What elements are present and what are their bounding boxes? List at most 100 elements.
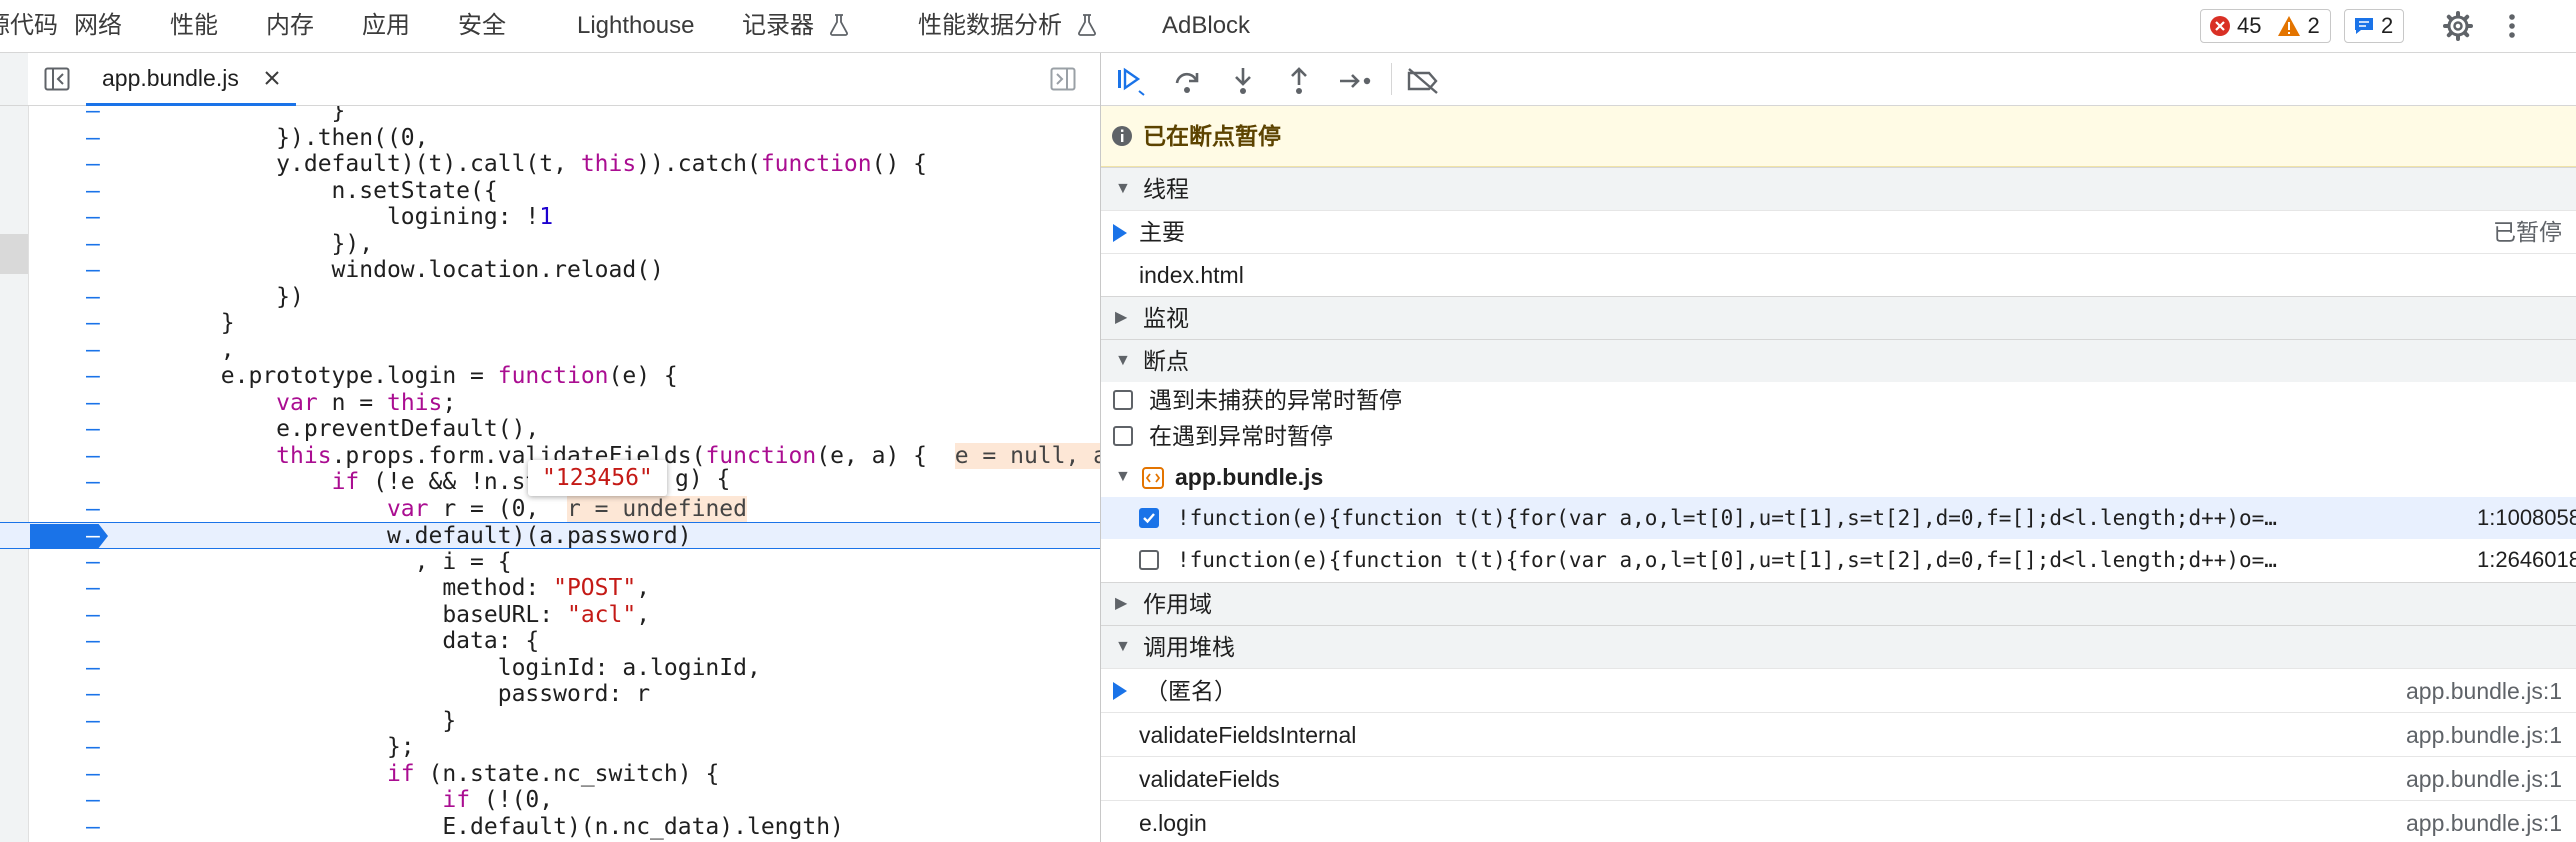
scope-section-header[interactable]: ▶ 作用域 bbox=[1101, 582, 2576, 625]
call-frame[interactable]: e.login app.bundle.js:1 bbox=[1101, 800, 2576, 842]
step-over-icon[interactable] bbox=[1171, 65, 1203, 97]
resume-icon[interactable] bbox=[1115, 65, 1149, 97]
thread-frame[interactable]: index.html bbox=[1101, 253, 2576, 296]
tab-application[interactable]: 应用 bbox=[362, 0, 410, 52]
code-line[interactable]: – }; bbox=[0, 734, 1100, 761]
watch-section-header[interactable]: ▶ 监视 bbox=[1101, 296, 2576, 339]
tab-adblock[interactable]: AdBlock bbox=[1162, 0, 1250, 52]
code-line[interactable]: – y.default)(t).call(t, this)).catch(fun… bbox=[0, 151, 1100, 178]
code-line[interactable]: – if (n.state.nc_switch) { bbox=[0, 761, 1100, 788]
file-tab-active[interactable]: app.bundle.js bbox=[86, 53, 296, 106]
step-icon[interactable] bbox=[1337, 65, 1377, 97]
tab-network[interactable]: 网络 bbox=[74, 0, 122, 52]
breakpoint-checkbox-checked[interactable] bbox=[1139, 508, 1159, 528]
gutter-marker[interactable]: – bbox=[86, 443, 100, 470]
messages-counter[interactable]: 2 bbox=[2344, 9, 2405, 43]
issues-counter[interactable]: 45 2 bbox=[2200, 9, 2331, 43]
call-frame-current[interactable]: （匿名） app.bundle.js:1 bbox=[1101, 668, 2576, 713]
pause-on-uncaught-option[interactable]: 遇到未捕获的异常时暂停 bbox=[1101, 382, 2576, 418]
call-stack-section-header[interactable]: ▼ 调用堆栈 bbox=[1101, 625, 2576, 668]
code-line[interactable]: – baseURL: "acl", bbox=[0, 602, 1100, 629]
gutter-marker[interactable]: – bbox=[86, 257, 100, 284]
call-frame[interactable]: validateFieldsInternal app.bundle.js:1 bbox=[1101, 712, 2576, 757]
expanded-triangle-icon: ▼ bbox=[1115, 180, 1131, 197]
gutter-marker[interactable]: – bbox=[86, 151, 100, 178]
breakpoint-file-group[interactable]: ▼ app.bundle.js bbox=[1101, 457, 2576, 497]
code-line[interactable]: – }) bbox=[0, 284, 1100, 311]
code-line[interactable]: – window.location.reload() bbox=[0, 257, 1100, 284]
gutter-marker[interactable]: – bbox=[86, 106, 100, 125]
code-line[interactable]: – } bbox=[0, 106, 1100, 125]
code-line[interactable]: – var n = this; bbox=[0, 390, 1100, 417]
more-options-icon[interactable] bbox=[2496, 10, 2528, 42]
code-line[interactable]: – e.prototype.login = function(e) { bbox=[0, 363, 1100, 390]
gutter-marker[interactable]: – bbox=[86, 523, 100, 550]
tab-performance[interactable]: 性能 bbox=[170, 0, 218, 52]
gutter-marker[interactable]: – bbox=[86, 549, 100, 576]
gutter-marker[interactable]: – bbox=[86, 178, 100, 205]
code-line[interactable]: – }), bbox=[0, 231, 1100, 258]
gutter-marker[interactable]: – bbox=[86, 734, 100, 761]
pause-on-caught-option[interactable]: 在遇到异常时暂停 bbox=[1101, 418, 2576, 454]
gutter-marker[interactable]: – bbox=[86, 628, 100, 655]
gutter-marker[interactable]: – bbox=[86, 337, 100, 364]
breakpoint-checkbox[interactable] bbox=[1139, 550, 1159, 570]
tab-memory[interactable]: 内存 bbox=[266, 0, 314, 52]
tab-performance-insights[interactable]: 性能数据分析 bbox=[918, 0, 1097, 52]
toggle-debugger-icon[interactable] bbox=[1050, 67, 1076, 91]
gutter-marker[interactable]: – bbox=[86, 390, 100, 417]
step-into-icon[interactable] bbox=[1227, 65, 1259, 97]
code-line[interactable]: – } bbox=[0, 708, 1100, 735]
tab-recorder[interactable]: 记录器 bbox=[742, 0, 849, 52]
tab-lighthouse[interactable]: Lighthouse bbox=[577, 0, 694, 52]
gutter-marker[interactable]: – bbox=[86, 575, 100, 602]
gutter-marker[interactable]: – bbox=[86, 787, 100, 814]
gutter-marker[interactable]: – bbox=[86, 681, 100, 708]
code-line-current[interactable]: – w.default)(a.password) bbox=[0, 522, 1100, 549]
code-line[interactable]: – method: "POST", bbox=[0, 575, 1100, 602]
close-tab-icon[interactable] bbox=[264, 70, 280, 86]
gutter-marker[interactable]: – bbox=[86, 125, 100, 152]
threads-section-header[interactable]: ▼ 线程 bbox=[1101, 167, 2576, 210]
breakpoint-item[interactable]: !function(e){function t(t){for(var a,o,l… bbox=[1101, 539, 2576, 581]
gutter-marker[interactable]: – bbox=[86, 496, 100, 523]
deactivate-breakpoints-icon[interactable] bbox=[1405, 65, 1441, 97]
call-frame[interactable]: validateFields app.bundle.js:1 bbox=[1101, 756, 2576, 801]
gutter-marker[interactable]: – bbox=[86, 231, 100, 258]
breakpoint-item[interactable]: !function(e){function t(t){for(var a,o,l… bbox=[1101, 497, 2576, 539]
gutter-marker[interactable]: – bbox=[86, 284, 100, 311]
code-line[interactable]: – data: { bbox=[0, 628, 1100, 655]
code-line[interactable]: – var r = (0, r = undefined bbox=[0, 495, 1100, 523]
code-line[interactable]: – } bbox=[0, 310, 1100, 337]
code-line[interactable]: – password: r bbox=[0, 681, 1100, 708]
code-line[interactable]: – , bbox=[0, 337, 1100, 364]
thread-main[interactable]: 主要 已暂停 bbox=[1101, 210, 2576, 253]
gutter-marker[interactable]: – bbox=[86, 814, 100, 841]
tab-security[interactable]: 安全 bbox=[458, 0, 506, 52]
gutter-marker[interactable]: – bbox=[86, 708, 100, 735]
code-line[interactable]: – e.preventDefault(), bbox=[0, 416, 1100, 443]
breakpoints-section-header[interactable]: ▼ 断点 bbox=[1101, 339, 2576, 382]
gutter-marker[interactable]: – bbox=[86, 655, 100, 682]
code-line[interactable]: – E.default)(n.nc_data).length) bbox=[0, 814, 1100, 841]
code-line[interactable]: – n.setState({ bbox=[0, 178, 1100, 205]
gutter-marker[interactable]: – bbox=[86, 204, 100, 231]
code-editor[interactable]: – } – }).then((0, – y.default)(t).call(t, … bbox=[0, 106, 1100, 842]
settings-gear-icon[interactable] bbox=[2442, 10, 2474, 42]
gutter-marker[interactable]: – bbox=[86, 363, 100, 390]
gutter-marker[interactable]: – bbox=[86, 602, 100, 629]
toggle-navigator-icon[interactable] bbox=[44, 67, 70, 91]
step-out-icon[interactable] bbox=[1283, 65, 1315, 97]
pause-uncaught-checkbox[interactable] bbox=[1113, 390, 1133, 410]
code-line[interactable]: – loginId: a.loginId, bbox=[0, 655, 1100, 682]
code-line[interactable]: – }).then((0, bbox=[0, 125, 1100, 152]
gutter-marker[interactable]: – bbox=[86, 761, 100, 788]
code-line[interactable]: – if (!(0, bbox=[0, 787, 1100, 814]
gutter-marker[interactable]: – bbox=[86, 310, 100, 337]
tab-sources[interactable]: 源代码 bbox=[0, 0, 58, 52]
code-line[interactable]: – , i = { bbox=[0, 549, 1100, 576]
gutter-marker[interactable]: – bbox=[86, 469, 100, 496]
pause-caught-checkbox[interactable] bbox=[1113, 426, 1133, 446]
gutter-marker[interactable]: – bbox=[86, 416, 100, 443]
code-line[interactable]: – logining: !1 bbox=[0, 204, 1100, 231]
